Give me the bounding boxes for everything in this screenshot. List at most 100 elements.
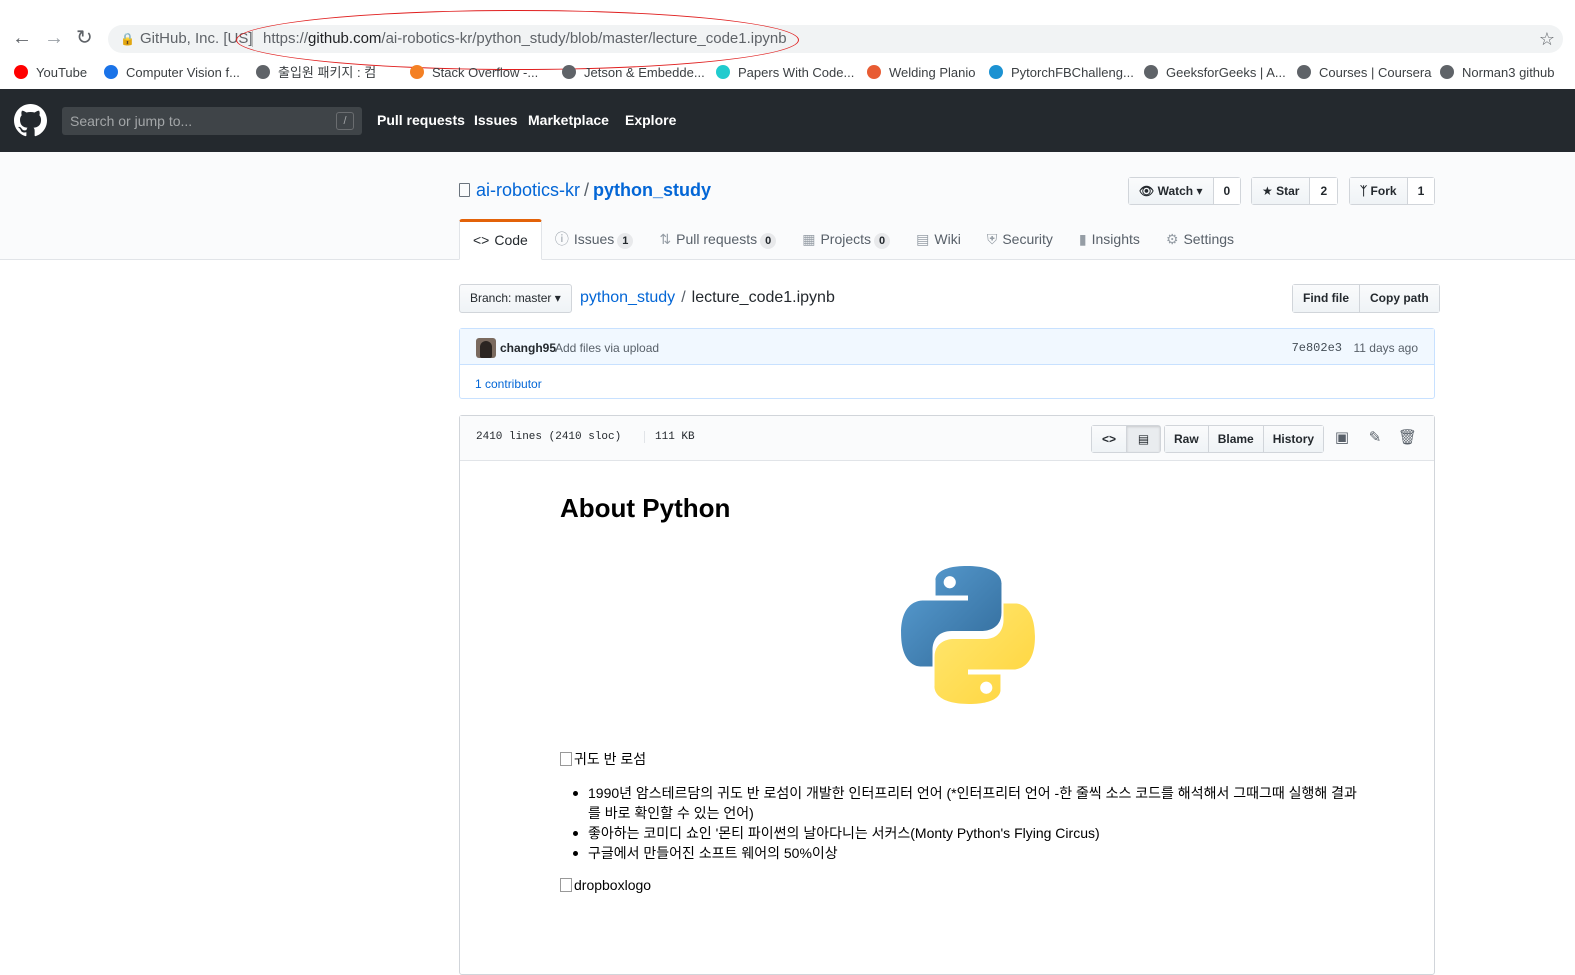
contributors-link[interactable]: 1 contributor (475, 377, 542, 391)
broken-image-guido: 귀도 반 로섬 (560, 749, 646, 769)
find-file-button[interactable]: Find file (1293, 285, 1359, 312)
gear-icon: ⚙ (1165, 231, 1179, 247)
fork-button[interactable]: ᛉ Fork (1350, 178, 1408, 204)
bookmark-star-icon[interactable]: ☆ (1539, 25, 1555, 53)
bookmark-item[interactable]: Norman3 github (1440, 63, 1555, 83)
fork-icon: ᛉ (1360, 184, 1368, 198)
forward-arrow-icon[interactable]: → (44, 28, 64, 48)
rendered-view-icon[interactable]: ▤ (1126, 426, 1160, 452)
star-button[interactable]: ★ Star (1252, 178, 1311, 204)
shield-icon: ⛨ (986, 231, 998, 247)
caret-down-icon: ▾ (554, 291, 561, 305)
list-item: 1990년 암스테르담의 귀도 반 로섬이 개발한 인터프리터 언어 (*인터프… (573, 783, 1368, 823)
bookmark-label: Computer Vision f... (126, 65, 240, 80)
breadcrumb-separator: / (681, 289, 686, 306)
commit-tease: changh95 Add files via upload 7e802e3 11… (459, 328, 1435, 399)
bookmark-item[interactable]: Papers With Code... (716, 63, 854, 83)
tab-settings[interactable]: ⚙ Settings (1153, 219, 1247, 260)
tab-issues[interactable]: ⓘ Issues 1 (542, 219, 647, 260)
bookmark-label: Jetson & Embedde... (584, 65, 705, 80)
bookmark-label: 출입원 패키지 : 컴 (278, 65, 377, 80)
repo-name-link[interactable]: python_study (593, 180, 711, 200)
broken-image-icon (560, 752, 572, 766)
commit-sha-link[interactable]: 7e802e3 (1292, 341, 1342, 355)
file-header: 2410 lines (2410 sloc) 111 KB <> ▤ Raw B… (460, 416, 1434, 461)
repo-title: ai-robotics-kr / python_study (459, 180, 711, 201)
project-icon: ▦ (802, 231, 816, 247)
tab-code[interactable]: <> Code (459, 219, 542, 260)
fork-count[interactable]: 1 (1407, 178, 1435, 204)
python-logo-icon (901, 566, 1035, 704)
commit-message-link[interactable]: Add files via upload (555, 341, 659, 355)
star-icon: ★ (1262, 184, 1273, 198)
code-icon: <> (473, 232, 490, 248)
bookmark-favicon-icon (716, 65, 730, 79)
blame-button[interactable]: Blame (1207, 426, 1263, 452)
bookmark-item[interactable]: 출입원 패키지 : 컴 (256, 63, 376, 83)
bookmark-favicon-icon (256, 65, 270, 79)
bookmark-item[interactable]: YouTube (14, 63, 87, 83)
repo-title-separator: / (584, 180, 590, 200)
star-group: ★ Star 2 (1251, 177, 1339, 205)
tab-security[interactable]: ⛨ Security (974, 219, 1066, 260)
watch-count[interactable]: 0 (1213, 178, 1241, 204)
bookmark-label: Welding Planio (889, 65, 976, 80)
bookmark-favicon-icon (989, 65, 1003, 79)
reload-icon[interactable]: ↻ (76, 28, 93, 48)
watch-button[interactable]: 👁 Watch ▾ (1129, 178, 1214, 204)
raw-button[interactable]: Raw (1165, 426, 1208, 452)
repo-owner-link[interactable]: ai-robotics-kr (476, 180, 580, 200)
bookmark-label: GeeksforGeeks | A... (1166, 65, 1286, 80)
source-view-icon[interactable]: <> (1092, 426, 1126, 452)
tab-projects[interactable]: ▦ Projects 0 (789, 219, 903, 260)
nav-marketplace[interactable]: Marketplace (528, 112, 609, 128)
commit-author-link[interactable]: changh95 (500, 341, 556, 355)
browser-toolbar: ← → ↻ 🔒 GitHub, Inc. [US] https://github… (0, 0, 1575, 58)
star-count[interactable]: 2 (1310, 178, 1338, 204)
trash-icon[interactable]: 🗑 (1398, 429, 1417, 447)
file-size: 111 KB (644, 431, 695, 443)
bookmark-favicon-icon (562, 65, 576, 79)
bookmark-item[interactable]: Stack Overflow -... (410, 63, 538, 83)
bookmark-favicon-icon (1440, 65, 1454, 79)
nav-pull-requests[interactable]: Pull requests (377, 112, 465, 128)
bookmark-label: Stack Overflow -... (432, 65, 539, 80)
bookmark-item[interactable]: Computer Vision f... (104, 63, 240, 83)
back-arrow-icon[interactable]: ← (12, 28, 32, 48)
branch-select-button[interactable]: Branch: master ▾ (459, 284, 572, 313)
pencil-icon[interactable]: ✎ (1366, 429, 1384, 447)
issue-icon: ⓘ (554, 231, 569, 247)
address-bar[interactable]: 🔒 GitHub, Inc. [US] https://github.com/a… (108, 25, 1563, 53)
history-button[interactable]: History (1262, 426, 1324, 452)
file-actions: Find file Copy path (1292, 284, 1440, 313)
github-header: Search or jump to... / Pull requests Iss… (0, 89, 1575, 152)
bookmark-item[interactable]: Jetson & Embedde... (562, 63, 705, 83)
bookmark-favicon-icon (1297, 65, 1311, 79)
search-input[interactable]: Search or jump to... / (62, 107, 362, 135)
bookmark-favicon-icon (867, 65, 881, 79)
bookmark-favicon-icon (104, 65, 118, 79)
nav-issues[interactable]: Issues (474, 112, 518, 128)
bookmark-item[interactable]: PytorchFBChalleng... (989, 63, 1134, 83)
omnibox-divider (252, 31, 253, 47)
graph-icon: ▮ (1078, 231, 1087, 247)
lock-icon: 🔒 (120, 32, 135, 46)
pr-icon: ⇅ (659, 231, 672, 247)
tab-wiki[interactable]: ▤ Wiki (903, 219, 974, 260)
url-text[interactable]: https://github.com/ai-robotics-kr/python… (263, 25, 787, 53)
copy-path-button[interactable]: Copy path (1359, 285, 1439, 312)
github-logo-icon[interactable] (14, 104, 47, 137)
breadcrumb-repo-link[interactable]: python_study (580, 289, 675, 306)
file-lines: 2410 lines (2410 sloc) (476, 431, 622, 443)
nav-explore[interactable]: Explore (625, 112, 676, 128)
bookmark-favicon-icon (14, 65, 28, 79)
desktop-icon[interactable]: ▣ (1333, 429, 1351, 447)
tab-insights[interactable]: ▮ Insights (1066, 219, 1153, 260)
bookmark-item[interactable]: Courses | Coursera (1297, 63, 1431, 83)
tab-pull-requests[interactable]: ⇅ Pull requests 0 (646, 219, 789, 260)
repo-tabs: <> Code ⓘ Issues 1 ⇅ Pull requests 0 ▦ Project… (459, 219, 1247, 260)
bookmark-item[interactable]: Welding Planio (867, 63, 975, 83)
bookmark-item[interactable]: GeeksforGeeks | A... (1144, 63, 1286, 83)
avatar[interactable] (476, 338, 496, 358)
bookmark-label: Courses | Coursera (1319, 65, 1432, 80)
